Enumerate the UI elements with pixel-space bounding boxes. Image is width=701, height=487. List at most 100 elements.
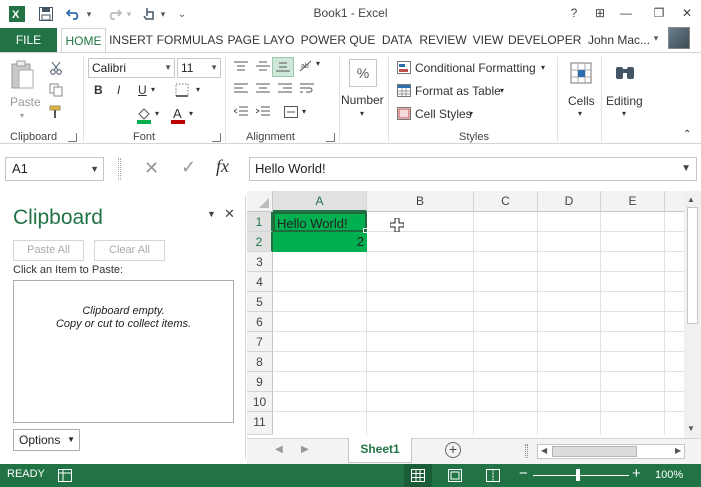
align-top-icon[interactable] xyxy=(232,59,250,73)
tab-insert[interactable]: INSERT xyxy=(108,28,154,53)
column-header-b[interactable]: B xyxy=(367,191,474,212)
clipboard-items-list[interactable]: Clipboard empty. Copy or cut to collect … xyxy=(13,280,234,423)
tab-file[interactable]: FILE xyxy=(0,28,57,53)
conditional-formatting-button[interactable]: Conditional Formatting xyxy=(415,61,536,75)
vertical-scrollbar[interactable]: ▲ ▼ xyxy=(684,191,701,438)
conditional-formatting-dropdown-icon[interactable]: ▾ xyxy=(541,63,545,72)
tab-split-grip[interactable] xyxy=(525,444,528,458)
vertical-scroll-thumb[interactable] xyxy=(687,207,698,324)
bold-button[interactable]: B xyxy=(94,83,103,97)
expand-formula-bar-icon[interactable]: ▼ xyxy=(681,158,691,180)
italic-button[interactable]: I xyxy=(117,83,120,97)
tab-power-query[interactable]: POWER QUE xyxy=(300,28,376,53)
column-header-e[interactable]: E xyxy=(601,191,665,212)
column-header-d[interactable]: D xyxy=(538,191,601,212)
tab-view[interactable]: VIEW xyxy=(470,28,506,53)
zoom-slider-thumb[interactable] xyxy=(576,469,580,481)
restore-button[interactable]: ❐ xyxy=(648,4,670,22)
zoom-level[interactable]: 100% xyxy=(655,469,683,481)
underline-button[interactable]: U xyxy=(138,83,147,97)
close-button[interactable]: ✕ xyxy=(676,4,698,22)
increase-indent-icon[interactable] xyxy=(254,105,272,119)
alignment-dialog-launcher[interactable] xyxy=(326,133,335,142)
user-name[interactable]: John Mac... xyxy=(588,28,650,53)
paste-icon[interactable] xyxy=(8,59,36,91)
align-left-icon[interactable] xyxy=(232,82,250,96)
format-as-table-dropdown-icon[interactable]: ▾ xyxy=(500,86,504,95)
fill-color-icon[interactable] xyxy=(134,105,154,125)
format-as-table-icon[interactable] xyxy=(396,83,412,97)
merge-dropdown-icon[interactable]: ▾ xyxy=(302,107,306,116)
row-header-11[interactable]: 11 xyxy=(247,412,273,435)
orientation-dropdown-icon[interactable]: ▾ xyxy=(316,59,320,68)
pane-options-icon[interactable]: ▼ xyxy=(207,209,216,219)
cut-icon[interactable] xyxy=(47,59,65,77)
cells-dropdown-icon[interactable]: ▾ xyxy=(578,109,582,118)
sheet-scroll-right-icon[interactable]: ▶ xyxy=(301,444,309,455)
paste-all-button[interactable]: Paste All xyxy=(13,240,84,261)
row-header-8[interactable]: 8 xyxy=(247,352,273,372)
clipboard-dialog-launcher[interactable] xyxy=(68,133,77,142)
font-size-select[interactable]: 11 ▼ xyxy=(177,58,221,78)
macro-recording-icon[interactable] xyxy=(58,469,72,485)
name-box[interactable]: A1 ▼ xyxy=(5,157,104,181)
editing-dropdown-icon[interactable]: ▾ xyxy=(622,109,626,118)
zoom-slider-track[interactable] xyxy=(533,475,629,476)
select-all-button[interactable] xyxy=(247,191,273,212)
zoom-in-button[interactable]: + xyxy=(632,465,641,482)
align-center-icon[interactable] xyxy=(254,82,272,96)
cell-styles-button[interactable]: Cell Styles xyxy=(415,107,472,121)
cells-button[interactable]: Cells xyxy=(568,94,595,108)
sheet-scroll-left-icon[interactable]: ◀ xyxy=(275,444,283,455)
wrap-text-icon[interactable] xyxy=(298,82,316,96)
worksheet-grid[interactable]: A B C D E 1 2 3 4 5 6 7 8 9 10 11 Hello … xyxy=(247,191,684,435)
scroll-right-icon[interactable]: ▶ xyxy=(675,446,681,455)
font-color-icon[interactable]: A xyxy=(168,105,188,125)
paste-dropdown-icon[interactable]: ▾ xyxy=(20,111,24,120)
format-as-table-button[interactable]: Format as Table xyxy=(415,84,501,98)
borders-dropdown-icon[interactable]: ▾ xyxy=(196,85,200,94)
font-color-dropdown-icon[interactable]: ▾ xyxy=(189,109,193,118)
minimize-button[interactable]: — xyxy=(615,4,637,22)
column-header-c[interactable]: C xyxy=(474,191,538,212)
row-header-3[interactable]: 3 xyxy=(247,252,273,272)
align-right-icon[interactable] xyxy=(276,82,294,96)
conditional-formatting-icon[interactable] xyxy=(396,60,412,74)
row-header-7[interactable]: 7 xyxy=(247,332,273,352)
number-dropdown-icon[interactable]: ▾ xyxy=(360,109,364,118)
underline-dropdown-icon[interactable]: ▾ xyxy=(151,85,155,94)
cells-icon[interactable] xyxy=(567,59,595,87)
cell-styles-icon[interactable] xyxy=(396,106,412,120)
help-button[interactable]: ? xyxy=(563,4,585,22)
percent-icon[interactable]: % xyxy=(349,59,377,87)
avatar[interactable] xyxy=(668,27,690,49)
cell-a1[interactable]: Hello World! xyxy=(273,212,367,232)
sheet-tab-sheet1[interactable]: Sheet1 xyxy=(348,438,412,463)
cancel-entry-icon[interactable]: ✕ xyxy=(144,158,159,179)
cell-a2[interactable]: 2 xyxy=(273,232,367,252)
editing-button[interactable]: Editing xyxy=(606,94,643,108)
font-dialog-launcher[interactable] xyxy=(212,133,221,142)
align-bottom-icon[interactable] xyxy=(272,57,294,77)
insert-function-icon[interactable]: fx xyxy=(216,156,229,177)
borders-icon[interactable] xyxy=(172,81,192,99)
scroll-up-icon[interactable]: ▲ xyxy=(687,195,695,204)
decrease-indent-icon[interactable] xyxy=(232,105,250,119)
font-name-select[interactable]: Calibri ▼ xyxy=(88,58,175,78)
row-header-10[interactable]: 10 xyxy=(247,392,273,412)
tab-home[interactable]: HOME xyxy=(61,28,106,53)
formula-input[interactable]: Hello World! ▼ xyxy=(249,157,697,181)
number-format-button[interactable]: Number xyxy=(341,93,384,107)
row-header-2[interactable]: 2 xyxy=(247,232,273,252)
horizontal-scroll-thumb[interactable] xyxy=(552,446,637,457)
orientation-icon[interactable]: ab xyxy=(297,59,315,73)
tab-page-layout[interactable]: PAGE LAYO xyxy=(226,28,296,53)
page-break-preview-button[interactable] xyxy=(486,469,500,485)
close-pane-icon[interactable]: ✕ xyxy=(224,206,235,222)
tab-formulas[interactable]: FORMULAS xyxy=(156,28,224,53)
merge-center-icon[interactable] xyxy=(282,105,300,119)
fill-color-dropdown-icon[interactable]: ▾ xyxy=(155,109,159,118)
new-sheet-icon[interactable]: + xyxy=(445,442,461,458)
ribbon-display-options-button[interactable]: ⊞ xyxy=(589,4,611,22)
tab-data[interactable]: DATA xyxy=(379,28,415,53)
